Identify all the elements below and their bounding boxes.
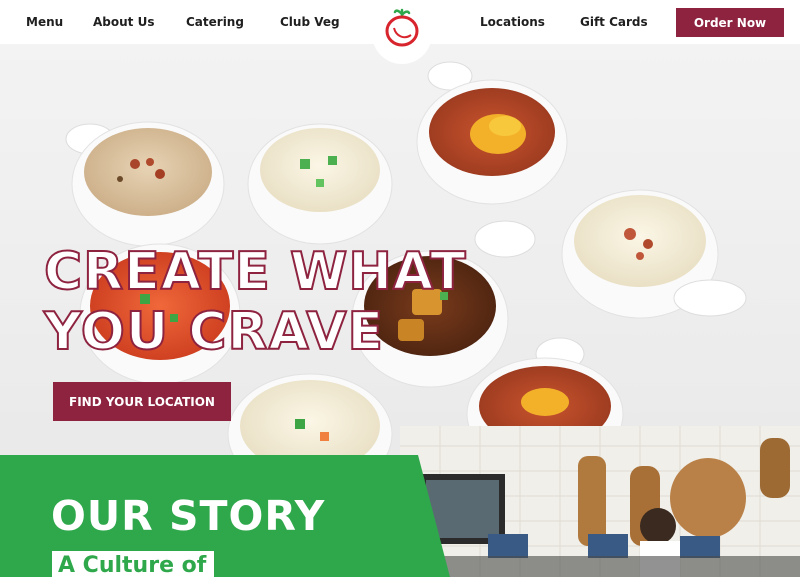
soup-bowl [65, 121, 225, 247]
soup-bowl [227, 373, 393, 495]
story-subtitle: A Culture of [52, 551, 215, 577]
hero-headline: CREATE WHAT YOU CRAVE [43, 241, 467, 363]
hero-headline-line1: CREATE WHAT [43, 241, 467, 303]
tomato-logo-icon [385, 8, 419, 47]
nav-about-us-link[interactable]: About Us [93, 15, 154, 29]
nav-club-veg-link[interactable]: Club Veg [280, 15, 340, 29]
soup-bowl [561, 189, 747, 319]
nav-catering-link[interactable]: Catering [186, 15, 244, 29]
home-logo-link[interactable] [372, 0, 432, 64]
order-now-button[interactable]: Order Now [676, 8, 784, 37]
nav-locations-link[interactable]: Locations [480, 15, 545, 29]
nav-menu-link[interactable]: Menu [26, 15, 63, 29]
kitchen-photo [400, 426, 800, 577]
nav-gift-cards-link[interactable]: Gift Cards [580, 15, 648, 29]
soup-bowl [416, 61, 568, 205]
soup-bowl [247, 123, 393, 245]
kitchen-scene [400, 426, 800, 577]
find-location-button[interactable]: FIND YOUR LOCATION [53, 382, 231, 421]
hero-headline-line2: YOU CRAVE [43, 301, 385, 363]
story-title: OUR STORY [51, 492, 326, 540]
